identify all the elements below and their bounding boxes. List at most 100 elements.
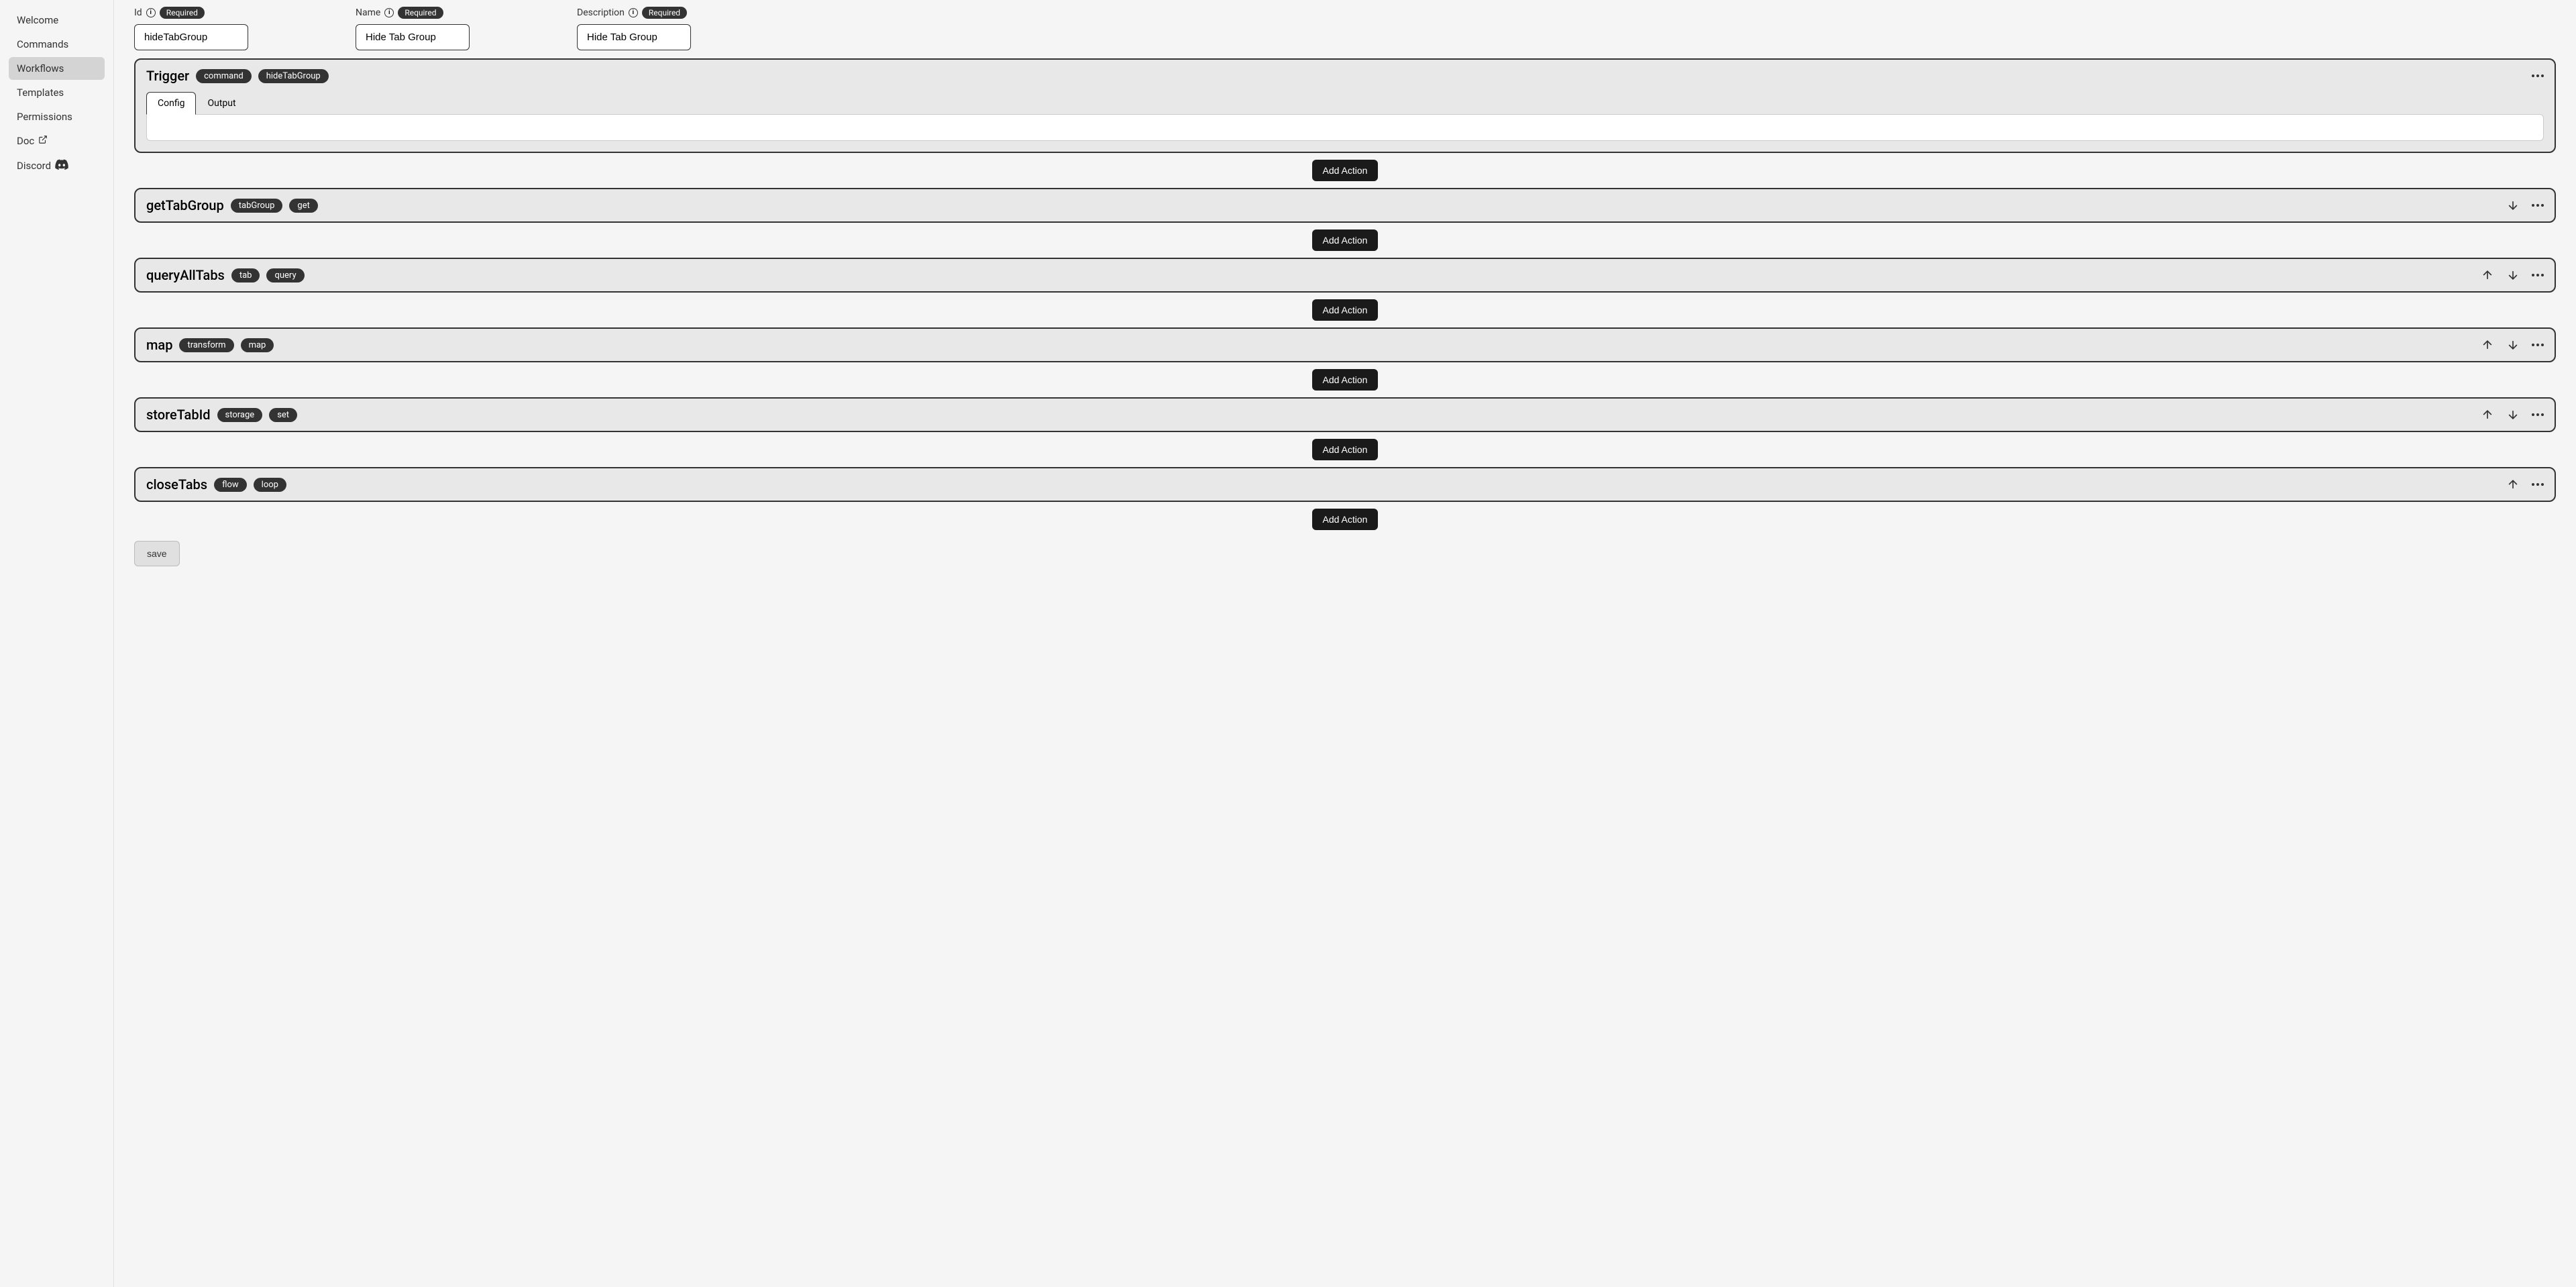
external-link-icon: [38, 135, 48, 147]
sidebar-item-label: Doc: [17, 135, 34, 147]
action-title: storeTabId: [146, 407, 211, 423]
action-header[interactable]: getTabGroup tabGroup get: [136, 189, 2555, 221]
action-controls: [2506, 199, 2544, 212]
more-button[interactable]: [2532, 344, 2544, 346]
sidebar-item-commands[interactable]: Commands: [9, 33, 105, 56]
trigger-tabs: Config Output: [136, 92, 2555, 115]
field-id: Id i Required: [134, 7, 248, 50]
move-down-button[interactable]: [2506, 199, 2520, 212]
info-icon[interactable]: i: [629, 8, 638, 17]
more-button[interactable]: [2532, 204, 2544, 207]
action-tag: transform: [179, 338, 233, 352]
add-action-button[interactable]: Add Action: [1312, 229, 1379, 251]
trigger-title: Trigger: [146, 68, 189, 84]
description-input[interactable]: [577, 24, 691, 50]
action-card-closetabs: closeTabs flow loop: [134, 467, 2556, 502]
field-label: Id: [134, 7, 142, 18]
move-down-button[interactable]: [2506, 268, 2520, 282]
action-tag: loop: [254, 478, 286, 492]
id-input[interactable]: [134, 24, 248, 50]
required-badge: Required: [642, 7, 687, 19]
sidebar: Welcome Commands Workflows Templates Per…: [0, 0, 114, 1287]
action-controls: [2481, 268, 2544, 282]
more-horizontal-icon: [2532, 483, 2544, 486]
discord-icon: [55, 159, 68, 172]
action-tag: tabGroup: [231, 199, 283, 213]
sidebar-item-discord[interactable]: Discord: [9, 154, 105, 178]
field-name: Name i Required: [356, 7, 470, 50]
action-controls: [2481, 338, 2544, 352]
action-header[interactable]: storeTabId storage set: [136, 399, 2555, 431]
move-up-button[interactable]: [2506, 478, 2520, 491]
trigger-tag: hideTabGroup: [258, 69, 329, 83]
add-action-row: Add Action: [134, 223, 2556, 258]
action-header-left: storeTabId storage set: [146, 407, 297, 423]
sidebar-item-label: Templates: [17, 87, 64, 99]
field-label: Name: [356, 7, 380, 18]
add-action-button[interactable]: Add Action: [1312, 369, 1379, 391]
info-icon[interactable]: i: [146, 8, 156, 17]
trigger-controls: [2532, 74, 2544, 77]
more-button[interactable]: [2532, 413, 2544, 416]
action-header[interactable]: closeTabs flow loop: [136, 468, 2555, 501]
action-header[interactable]: map transform map: [136, 329, 2555, 361]
add-action-row: Add Action: [134, 432, 2556, 467]
sidebar-item-templates[interactable]: Templates: [9, 81, 105, 104]
name-input[interactable]: [356, 24, 470, 50]
more-horizontal-icon: [2532, 274, 2544, 276]
save-row: save: [134, 541, 2556, 566]
action-header-left: closeTabs flow loop: [146, 476, 286, 493]
trigger-header-left: Trigger command hideTabGroup: [146, 68, 329, 84]
add-action-button[interactable]: Add Action: [1312, 160, 1379, 181]
more-button[interactable]: [2532, 483, 2544, 486]
move-up-button[interactable]: [2481, 268, 2494, 282]
sidebar-item-label: Commands: [17, 38, 68, 50]
action-tag: storage: [217, 408, 263, 422]
trigger-card: Trigger command hideTabGroup Config Outp…: [134, 58, 2556, 153]
move-down-button[interactable]: [2506, 338, 2520, 352]
add-action-button[interactable]: Add Action: [1312, 509, 1379, 530]
action-card-gettabgroup: getTabGroup tabGroup get: [134, 188, 2556, 223]
required-badge: Required: [398, 7, 443, 19]
action-controls: [2481, 408, 2544, 421]
action-header-left: map transform map: [146, 337, 274, 353]
sidebar-item-welcome[interactable]: Welcome: [9, 9, 105, 32]
tab-config[interactable]: Config: [146, 92, 196, 115]
move-up-button[interactable]: [2481, 338, 2494, 352]
action-header-left: getTabGroup tabGroup get: [146, 197, 318, 213]
add-action-button[interactable]: Add Action: [1312, 299, 1379, 321]
move-up-button[interactable]: [2481, 408, 2494, 421]
action-tag: get: [289, 199, 317, 213]
trigger-tag: command: [196, 69, 252, 83]
add-action-row: Add Action: [134, 362, 2556, 397]
more-horizontal-icon: [2532, 74, 2544, 77]
sidebar-item-label: Welcome: [17, 14, 58, 26]
sidebar-item-workflows[interactable]: Workflows: [9, 57, 105, 80]
action-title: getTabGroup: [146, 197, 224, 213]
action-tag: set: [269, 408, 297, 422]
field-label-row: Id i Required: [134, 7, 248, 19]
tab-output[interactable]: Output: [196, 92, 247, 115]
add-action-row: Add Action: [134, 293, 2556, 327]
add-action-button[interactable]: Add Action: [1312, 439, 1379, 460]
more-button[interactable]: [2532, 274, 2544, 276]
action-tag: query: [266, 268, 304, 282]
move-down-button[interactable]: [2506, 408, 2520, 421]
action-title: closeTabs: [146, 476, 207, 493]
sidebar-item-label: Discord: [17, 160, 51, 172]
action-card-queryalltabs: queryAllTabs tab query: [134, 258, 2556, 293]
sidebar-item-doc[interactable]: Doc: [9, 130, 105, 152]
sidebar-item-permissions[interactable]: Permissions: [9, 105, 105, 128]
action-header[interactable]: queryAllTabs tab query: [136, 259, 2555, 291]
action-card-map: map transform map: [134, 327, 2556, 362]
field-description: Description i Required: [577, 7, 691, 50]
save-button[interactable]: save: [134, 541, 180, 566]
field-label-row: Description i Required: [577, 7, 691, 19]
action-title: queryAllTabs: [146, 267, 225, 283]
more-button[interactable]: [2532, 74, 2544, 77]
info-icon[interactable]: i: [384, 8, 394, 17]
form-row: Id i Required Name i Required Descriptio…: [134, 7, 2556, 50]
action-tag: map: [241, 338, 274, 352]
trigger-header[interactable]: Trigger command hideTabGroup: [136, 60, 2555, 92]
action-tag: tab: [231, 268, 260, 282]
